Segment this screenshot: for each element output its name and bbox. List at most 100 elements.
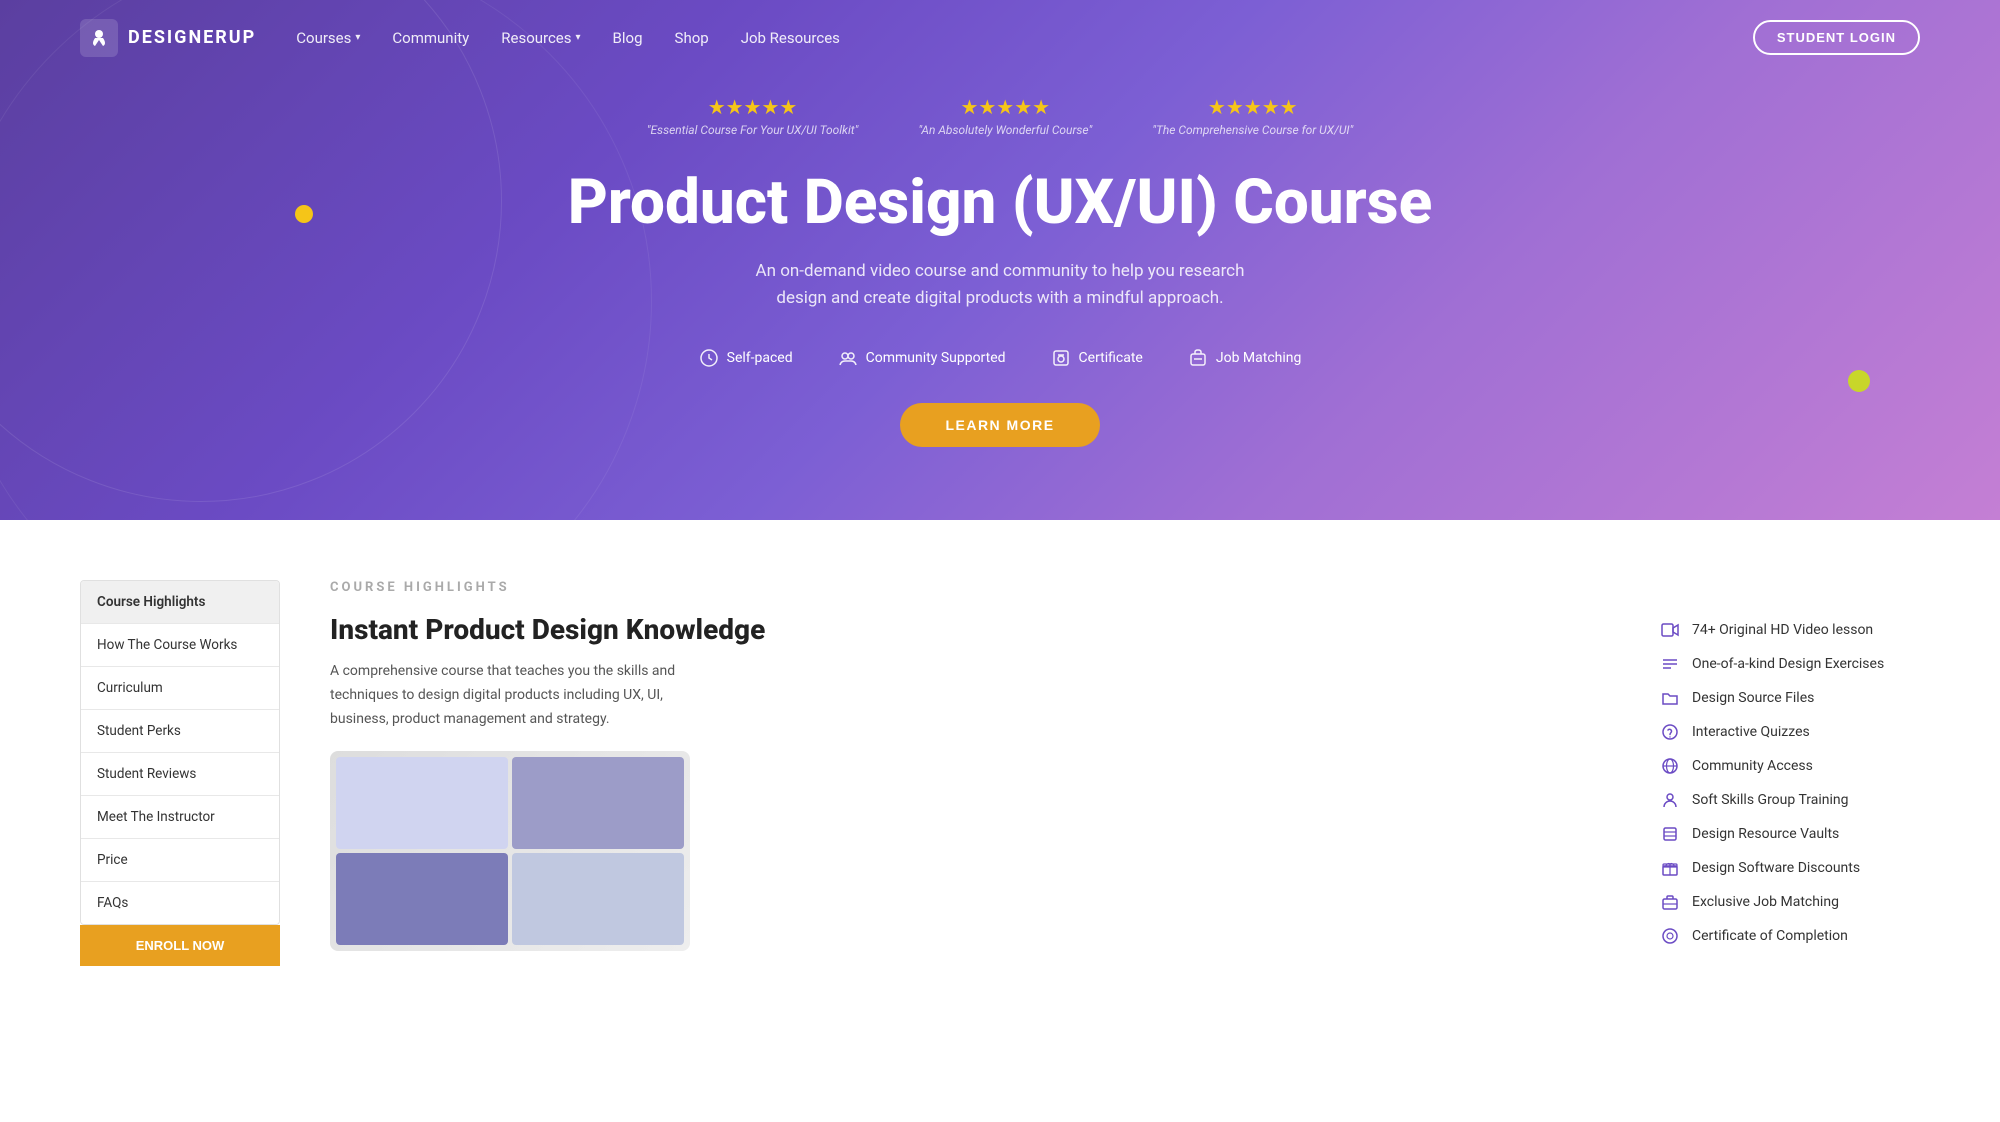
nav-link-resources[interactable]: Resources ▾ [501, 29, 580, 47]
feature-label-video: 74+ Original HD Video lesson [1692, 622, 1873, 638]
globe-icon [1660, 756, 1680, 776]
nav-link-blog[interactable]: Blog [613, 29, 643, 47]
help-circle-icon [1660, 722, 1680, 742]
gift-icon [1660, 858, 1680, 878]
sidebar-link-faqs[interactable]: FAQs [81, 882, 279, 924]
features-list: 74+ Original HD Video lesson One-of-a-ki… [1660, 613, 1920, 953]
img-cell-3 [336, 853, 508, 945]
nav-item-courses[interactable]: Courses ▾ [296, 29, 360, 47]
sidebar-item-price[interactable]: Price [81, 839, 279, 882]
learn-more-button[interactable]: LEARN MORE [900, 403, 1099, 447]
nav-link-community[interactable]: Community [392, 29, 469, 47]
feature-label-discounts: Design Software Discounts [1692, 860, 1860, 876]
hero-features-row: Self-paced Community Supported Certifica… [20, 348, 1980, 368]
review-text-2: "An Absolutely Wonderful Course" [918, 123, 1092, 137]
stars-3: ★★★★★ [1152, 95, 1353, 119]
feature-label-certificate: Certificate of Completion [1692, 928, 1848, 944]
logo[interactable]: DESIGNERUP [80, 19, 256, 57]
section-label: COURSE HIGHLIGHTS [330, 580, 1920, 595]
nav-item-blog[interactable]: Blog [613, 29, 643, 47]
briefcase-icon [1660, 892, 1680, 912]
stars-1: ★★★★★ [647, 95, 859, 119]
logo-icon [80, 19, 118, 57]
col-left: Instant Product Design Knowledge A compr… [330, 613, 1620, 953]
content-title: Instant Product Design Knowledge [330, 613, 1620, 646]
feature-certificate: Certificate [1051, 348, 1143, 368]
feature-item-video: 74+ Original HD Video lesson [1660, 613, 1920, 647]
feature-label-resource-vaults: Design Resource Vaults [1692, 826, 1839, 842]
course-image [330, 751, 690, 951]
video-icon [1660, 620, 1680, 640]
folder-icon [1660, 688, 1680, 708]
feature-label-job-matching: Job Matching [1216, 350, 1302, 366]
sidebar-link-student-perks[interactable]: Student Perks [81, 710, 279, 752]
feature-label-source: Design Source Files [1692, 690, 1814, 706]
nav-link-courses[interactable]: Courses ▾ [296, 29, 360, 47]
nav-links: Courses ▾ Community Resources ▾ Blog [296, 29, 1753, 47]
nav-link-job-resources[interactable]: Job Resources [741, 29, 840, 47]
review-item-2: ★★★★★ "An Absolutely Wonderful Course" [918, 95, 1092, 137]
logo-text: DESIGNERUP [128, 27, 256, 48]
content-desc: A comprehensive course that teaches you … [330, 660, 710, 731]
sidebar-link-meet-instructor[interactable]: Meet The Instructor [81, 796, 279, 838]
main-content: COURSE HIGHLIGHTS Instant Product Design… [330, 580, 1920, 966]
nav-item-shop[interactable]: Shop [675, 29, 709, 47]
sidebar-link-how-course-works[interactable]: How The Course Works [81, 624, 279, 666]
course-image-inner [330, 751, 690, 951]
feature-job-matching: Job Matching [1188, 348, 1302, 368]
feature-item-community-access: Community Access [1660, 749, 1920, 783]
content-columns: Instant Product Design Knowledge A compr… [330, 613, 1920, 953]
feature-label-community-access: Community Access [1692, 758, 1813, 774]
sidebar-link-course-highlights[interactable]: Course Highlights [81, 581, 279, 623]
hero-content: ★★★★★ "Essential Course For Your UX/UI T… [0, 75, 2000, 507]
database-icon [1660, 824, 1680, 844]
review-item-1: ★★★★★ "Essential Course For Your UX/UI T… [647, 95, 859, 137]
sidebar-link-student-reviews[interactable]: Student Reviews [81, 753, 279, 795]
col-right: 74+ Original HD Video lesson One-of-a-ki… [1660, 613, 1920, 953]
sidebar-item-student-reviews[interactable]: Student Reviews [81, 753, 279, 796]
img-cell-1 [336, 757, 508, 849]
feature-item-resource-vaults: Design Resource Vaults [1660, 817, 1920, 851]
feature-item-soft-skills: Soft Skills Group Training [1660, 783, 1920, 817]
feature-self-paced: Self-paced [699, 348, 793, 368]
feature-item-quizzes: Interactive Quizzes [1660, 715, 1920, 749]
sidebar-link-price[interactable]: Price [81, 839, 279, 881]
enroll-now-button[interactable]: ENROLL NOW [80, 925, 280, 966]
img-cell-2 [512, 757, 684, 849]
reviews-row: ★★★★★ "Essential Course For Your UX/UI T… [20, 95, 1980, 137]
sidebar-nav: Course Highlights How The Course Works C… [80, 580, 280, 925]
sidebar-link-curriculum[interactable]: Curriculum [81, 667, 279, 709]
chevron-down-icon: ▾ [355, 32, 360, 43]
white-section: Course Highlights How The Course Works C… [0, 520, 2000, 1026]
student-login-button[interactable]: STUDENT LOGIN [1753, 20, 1920, 55]
feature-label-community: Community Supported [866, 350, 1006, 366]
feature-item-job-matching: Exclusive Job Matching [1660, 885, 1920, 919]
feature-label-quizzes: Interactive Quizzes [1692, 724, 1810, 740]
feature-label-certificate: Certificate [1079, 350, 1143, 366]
img-cell-4 [512, 853, 684, 945]
sidebar-item-how-course-works[interactable]: How The Course Works [81, 624, 279, 667]
feature-community: Community Supported [838, 348, 1006, 368]
nav-link-shop[interactable]: Shop [675, 29, 709, 47]
feature-label-exercises: One-of-a-kind Design Exercises [1692, 656, 1884, 672]
hero-subtitle: An on-demand video course and community … [740, 258, 1260, 312]
sidebar-item-student-perks[interactable]: Student Perks [81, 710, 279, 753]
feature-item-discounts: Design Software Discounts [1660, 851, 1920, 885]
nav-item-job-resources[interactable]: Job Resources [741, 29, 840, 47]
sidebar-item-curriculum[interactable]: Curriculum [81, 667, 279, 710]
sidebar-item-meet-instructor[interactable]: Meet The Instructor [81, 796, 279, 839]
nav-item-resources[interactable]: Resources ▾ [501, 29, 580, 47]
feature-item-certificate: Certificate of Completion [1660, 919, 1920, 953]
review-text-1: "Essential Course For Your UX/UI Toolkit… [647, 123, 859, 137]
feature-label-soft-skills: Soft Skills Group Training [1692, 792, 1849, 808]
list-icon [1660, 654, 1680, 674]
review-item-3: ★★★★★ "The Comprehensive Course for UX/U… [1152, 95, 1353, 137]
nav-item-community[interactable]: Community [392, 29, 469, 47]
sidebar-item-course-highlights[interactable]: Course Highlights [81, 581, 279, 624]
sidebar-item-faqs[interactable]: FAQs [81, 882, 279, 924]
people-icon [1660, 790, 1680, 810]
chevron-down-icon: ▾ [576, 32, 581, 43]
feature-item-exercises: One-of-a-kind Design Exercises [1660, 647, 1920, 681]
stars-2: ★★★★★ [918, 95, 1092, 119]
navigation: DESIGNERUP Courses ▾ Community Resources… [0, 0, 2000, 75]
